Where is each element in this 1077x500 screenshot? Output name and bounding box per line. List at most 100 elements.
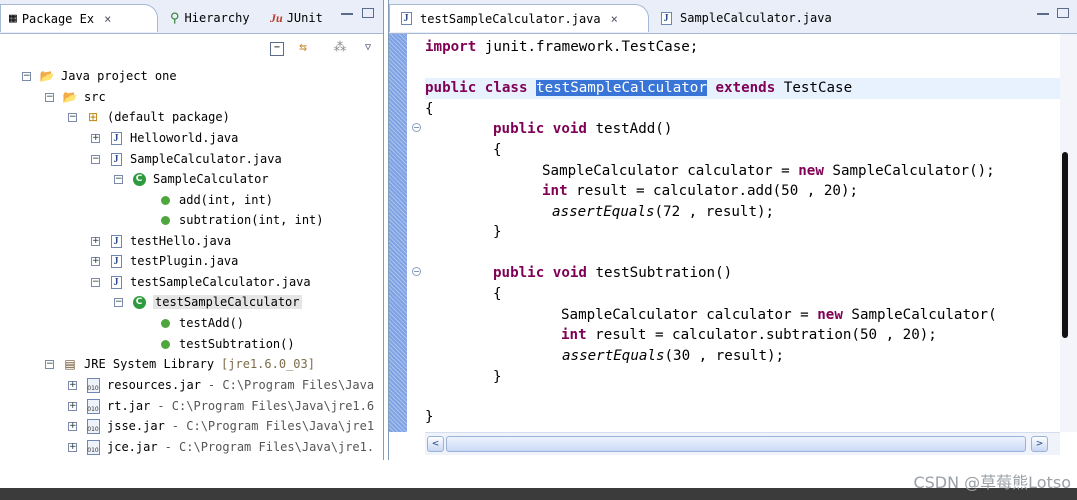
minimize-button[interactable] [1037, 13, 1049, 16]
keyword: public [493, 265, 545, 281]
view-menu-icon[interactable]: ⁂ [332, 40, 348, 56]
tab-testsamplecalculator-java[interactable]: J testSampleCalculator.java × [389, 4, 649, 32]
tree-item-label: jce.jar [107, 440, 158, 454]
tree-item-samplecalculator-class[interactable]: − C SampleCalculator [114, 169, 269, 189]
expander-icon[interactable]: − [45, 92, 54, 102]
expander-icon[interactable]: + [91, 236, 100, 246]
folding-ruler: − − [407, 34, 425, 432]
maximize-button[interactable] [362, 8, 374, 18]
code-line-6: { [425, 140, 1060, 161]
selected-class-name: testSampleCalculator [536, 80, 707, 96]
expander-icon[interactable]: + [68, 380, 77, 390]
horizontal-scrollbar-thumb[interactable] [446, 436, 1026, 452]
expander-icon[interactable]: + [91, 256, 100, 266]
jar-icon: 010 [85, 398, 101, 414]
code-text: SampleCalculator calculator = [542, 163, 799, 179]
expander-icon[interactable]: + [68, 442, 77, 452]
fold-toggle-icon[interactable]: − [412, 123, 421, 132]
collapse-all-icon[interactable]: − [270, 42, 284, 56]
tab-hierarchy[interactable]: ⚲ Hierarchy [162, 4, 250, 32]
tree-item-suffix: - C:\Program Files\Java\jre1.6 [157, 399, 375, 413]
expander-icon[interactable]: − [45, 359, 54, 369]
tab-junit[interactable]: Ju JUnit [268, 4, 323, 32]
tree-item-label: rt.jar [107, 399, 151, 413]
keyword: new [817, 307, 843, 323]
vertical-scrollbar-thumb[interactable] [1062, 152, 1068, 338]
tree-item-samplecalculator-java[interactable]: − J SampleCalculator.java [91, 149, 282, 169]
scroll-left-button[interactable]: < [427, 436, 444, 452]
horizontal-scrollbar[interactable]: < > [425, 432, 1060, 455]
scroll-right-button[interactable]: > [1031, 436, 1048, 452]
java-file-icon: J [108, 253, 124, 269]
tree-item-testsamplecalculator-class[interactable]: − C testSampleCalculator [114, 292, 302, 312]
tree-item-label: SampleCalculator [153, 172, 269, 186]
chevron-down-icon[interactable]: ▽ [360, 40, 376, 56]
keyword: void [552, 265, 587, 281]
tree-item-label: resources.jar [107, 378, 201, 392]
link-with-editor-icon[interactable]: ⇆ [295, 40, 311, 56]
expander-icon[interactable]: + [68, 421, 77, 431]
tree-item-jre-system-library[interactable]: − ▤ JRE System Library [jre1.6.0_03] [45, 354, 315, 374]
maximize-button[interactable] [1057, 8, 1069, 18]
close-icon[interactable]: × [611, 12, 618, 26]
tree-item-resources-jar[interactable]: + 010 resources.jar - C:\Program Files\J… [68, 375, 374, 395]
code-line-15: int result = calculator.subtration(50 , … [425, 325, 1060, 346]
package-explorer-panel: ▦ Package Ex × ⚲ Hierarchy Ju JUnit − ⇆ … [0, 0, 384, 460]
code-text: } [493, 369, 502, 385]
package-explorer-toolbar: − ⇆ ⁂ ▽ [0, 34, 383, 64]
code-text: TestCase [783, 80, 853, 96]
java-file-icon: J [658, 10, 674, 26]
tree-item-suffix: - C:\Program Files\Java\jre1 [171, 419, 375, 433]
tab-package-explorer[interactable]: ▦ Package Ex × [0, 4, 158, 32]
tree-item-suffix: [jre1.6.0_03] [221, 357, 315, 371]
minimize-button[interactable] [341, 13, 353, 16]
code-line-17: } [425, 367, 1060, 388]
tree-item-helloworld-java[interactable]: + J Helloworld.java [91, 128, 238, 148]
code-text: { [425, 101, 434, 117]
editor-tab-label: SampleCalculator.java [680, 11, 832, 25]
code-line-9: assertEquals(72 , result); [425, 202, 1060, 223]
code-line-16: assertEquals(30 , result); [425, 346, 1060, 367]
tree-item-testadd-method[interactable]: testAdd() [157, 313, 244, 333]
tree-item-testsubtration-method[interactable]: testSubtration() [157, 334, 295, 354]
tree-item-jsse-jar[interactable]: + 010 jsse.jar - C:\Program Files\Java\j… [68, 416, 374, 436]
expander-icon[interactable]: + [68, 401, 77, 411]
tree-item-testhello-java[interactable]: + J testHello.java [91, 231, 231, 251]
expander-icon[interactable]: + [91, 133, 100, 143]
tree-item-subtration-method[interactable]: subtration(int, int) [157, 210, 324, 230]
tree-item-default-package[interactable]: − ⊞ (default package) [68, 107, 230, 127]
code-text: { [493, 142, 502, 158]
code-text: (72 , result); [654, 204, 775, 220]
expander-icon[interactable]: − [68, 112, 77, 122]
tree-item-rt-jar[interactable]: + 010 rt.jar - C:\Program Files\Java\jre… [68, 396, 374, 416]
code-area[interactable]: import junit.framework.TestCase; public … [425, 34, 1060, 432]
keyword: void [552, 121, 587, 137]
expander-icon[interactable]: − [91, 154, 100, 164]
tree-item-label: Java project one [61, 69, 177, 83]
code-text: junit.framework.TestCase; [476, 39, 699, 55]
keyword: public [425, 80, 477, 96]
tab-samplecalculator-java[interactable]: J SampleCalculator.java [654, 4, 832, 32]
tree-item-src[interactable]: − 📂 src [45, 87, 106, 107]
java-file-icon: J [108, 233, 124, 249]
expander-icon[interactable]: − [22, 71, 31, 81]
code-line-7: SampleCalculator calculator = new Sample… [425, 161, 1060, 182]
fold-toggle-icon[interactable]: − [412, 267, 421, 276]
expander-icon[interactable]: − [114, 297, 123, 307]
expander-icon[interactable]: − [91, 277, 100, 287]
tree-item-add-method[interactable]: add(int, int) [157, 190, 273, 210]
tree-item-java-project-one[interactable]: − 📂 Java project one [22, 66, 177, 86]
tree-item-label: Helloworld.java [130, 131, 239, 145]
tree-item-label: src [84, 90, 106, 104]
class-icon: C [131, 171, 147, 187]
tree-item-label: testSampleCalculator.java [130, 275, 311, 289]
java-file-icon: J [108, 130, 124, 146]
jar-icon: 010 [85, 377, 101, 393]
tree-item-testsamplecalculator-java[interactable]: − J testSampleCalculator.java [91, 272, 311, 292]
tree-item-testplugin-java[interactable]: + J testPlugin.java [91, 251, 238, 271]
tree-item-label: JRE System Library [84, 357, 215, 371]
close-icon[interactable]: × [104, 12, 111, 26]
code-text: testSubtration() [595, 265, 733, 281]
tree-item-jce-jar[interactable]: + 010 jce.jar - C:\Program Files\Java\jr… [68, 437, 374, 457]
expander-icon[interactable]: − [114, 174, 123, 184]
